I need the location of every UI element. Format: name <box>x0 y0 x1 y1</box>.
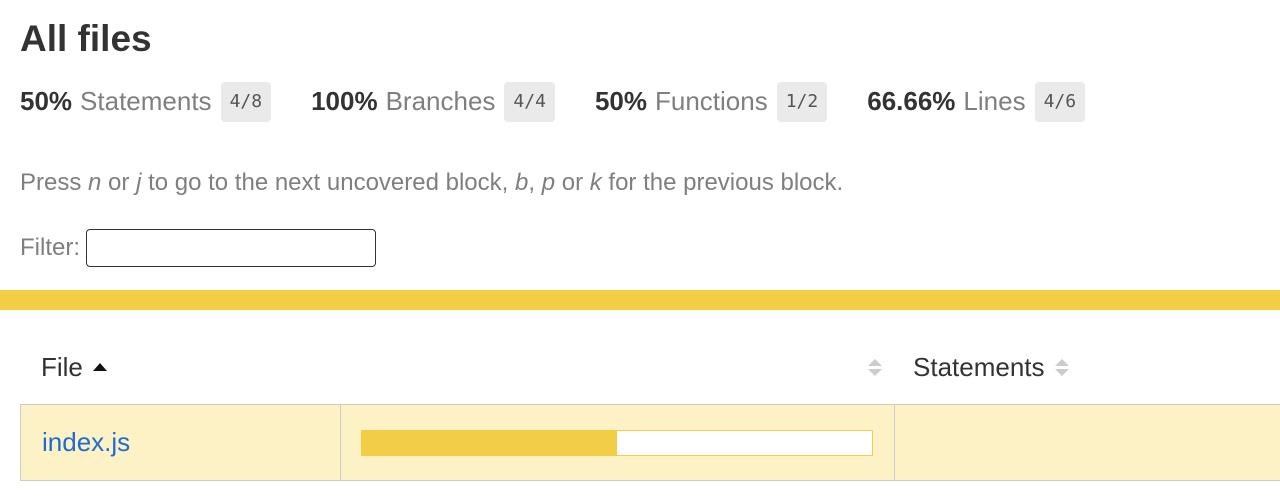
column-header-statements-label: Statements <box>913 352 1045 382</box>
help-text: Press <box>20 169 89 196</box>
coverage-report: All files 50% Statements 4/8 100% Branch… <box>0 0 1280 500</box>
help-text: for the previous block. <box>601 169 844 196</box>
statements-cell <box>895 405 1280 480</box>
functions-label: Functions <box>654 86 768 116</box>
column-header-statements[interactable]: Statements <box>913 345 1069 390</box>
lines-label: Lines <box>963 86 1026 116</box>
summary-lines: 66.66% Lines 4/6 <box>867 81 1086 122</box>
branches-fraction: 4/4 <box>504 81 555 122</box>
lines-percent: 66.66% <box>867 86 956 116</box>
statements-fraction: 4/8 <box>220 81 272 122</box>
coverage-summary: 50% Statements 4/8 100% Branches 4/4 50%… <box>20 80 1125 123</box>
file-link[interactable]: index.js <box>42 427 130 458</box>
sort-both-icon <box>1054 359 1069 376</box>
table-row: index.js <box>20 404 1280 481</box>
filter-row: Filter: <box>20 228 376 268</box>
table-header: File Statements <box>20 345 1280 390</box>
help-text: or <box>555 169 590 196</box>
page-title: All files <box>20 18 152 59</box>
caret-up-icon <box>92 362 107 371</box>
functions-percent: 50% <box>594 86 647 116</box>
help-text: or <box>101 169 137 196</box>
branches-label: Branches <box>385 86 496 116</box>
summary-branches: 100% Branches 4/4 <box>311 81 555 122</box>
statements-label: Statements <box>80 86 212 116</box>
keyboard-help-text: Press n or j to go to the next uncovered… <box>20 166 843 200</box>
help-text: to go to the next uncovered block, <box>141 169 515 196</box>
lines-fraction: 4/6 <box>1034 81 1086 122</box>
coverage-bar-fill <box>362 430 617 455</box>
summary-functions: 50% Functions 1/2 <box>594 81 828 122</box>
key-b: b <box>514 169 529 196</box>
help-text: , <box>528 169 542 196</box>
column-header-coverage-bar[interactable] <box>858 345 882 390</box>
file-cell: index.js <box>21 405 341 480</box>
column-header-file[interactable]: File <box>41 345 107 390</box>
functions-fraction: 1/2 <box>776 81 828 122</box>
key-p: p <box>541 169 556 196</box>
filter-label: Filter: <box>20 234 80 261</box>
key-n: n <box>88 169 102 196</box>
summary-statements: 50% Statements 4/8 <box>20 81 272 122</box>
coverage-status-bar <box>0 290 1280 310</box>
sort-both-icon <box>868 359 882 376</box>
column-header-file-label: File <box>41 352 83 382</box>
key-k: k <box>589 169 602 196</box>
branches-percent: 100% <box>311 86 378 116</box>
statements-percent: 50% <box>20 86 73 116</box>
coverage-bar <box>361 429 873 456</box>
filter-input[interactable] <box>86 229 376 267</box>
coverage-bar-cell <box>341 405 895 480</box>
